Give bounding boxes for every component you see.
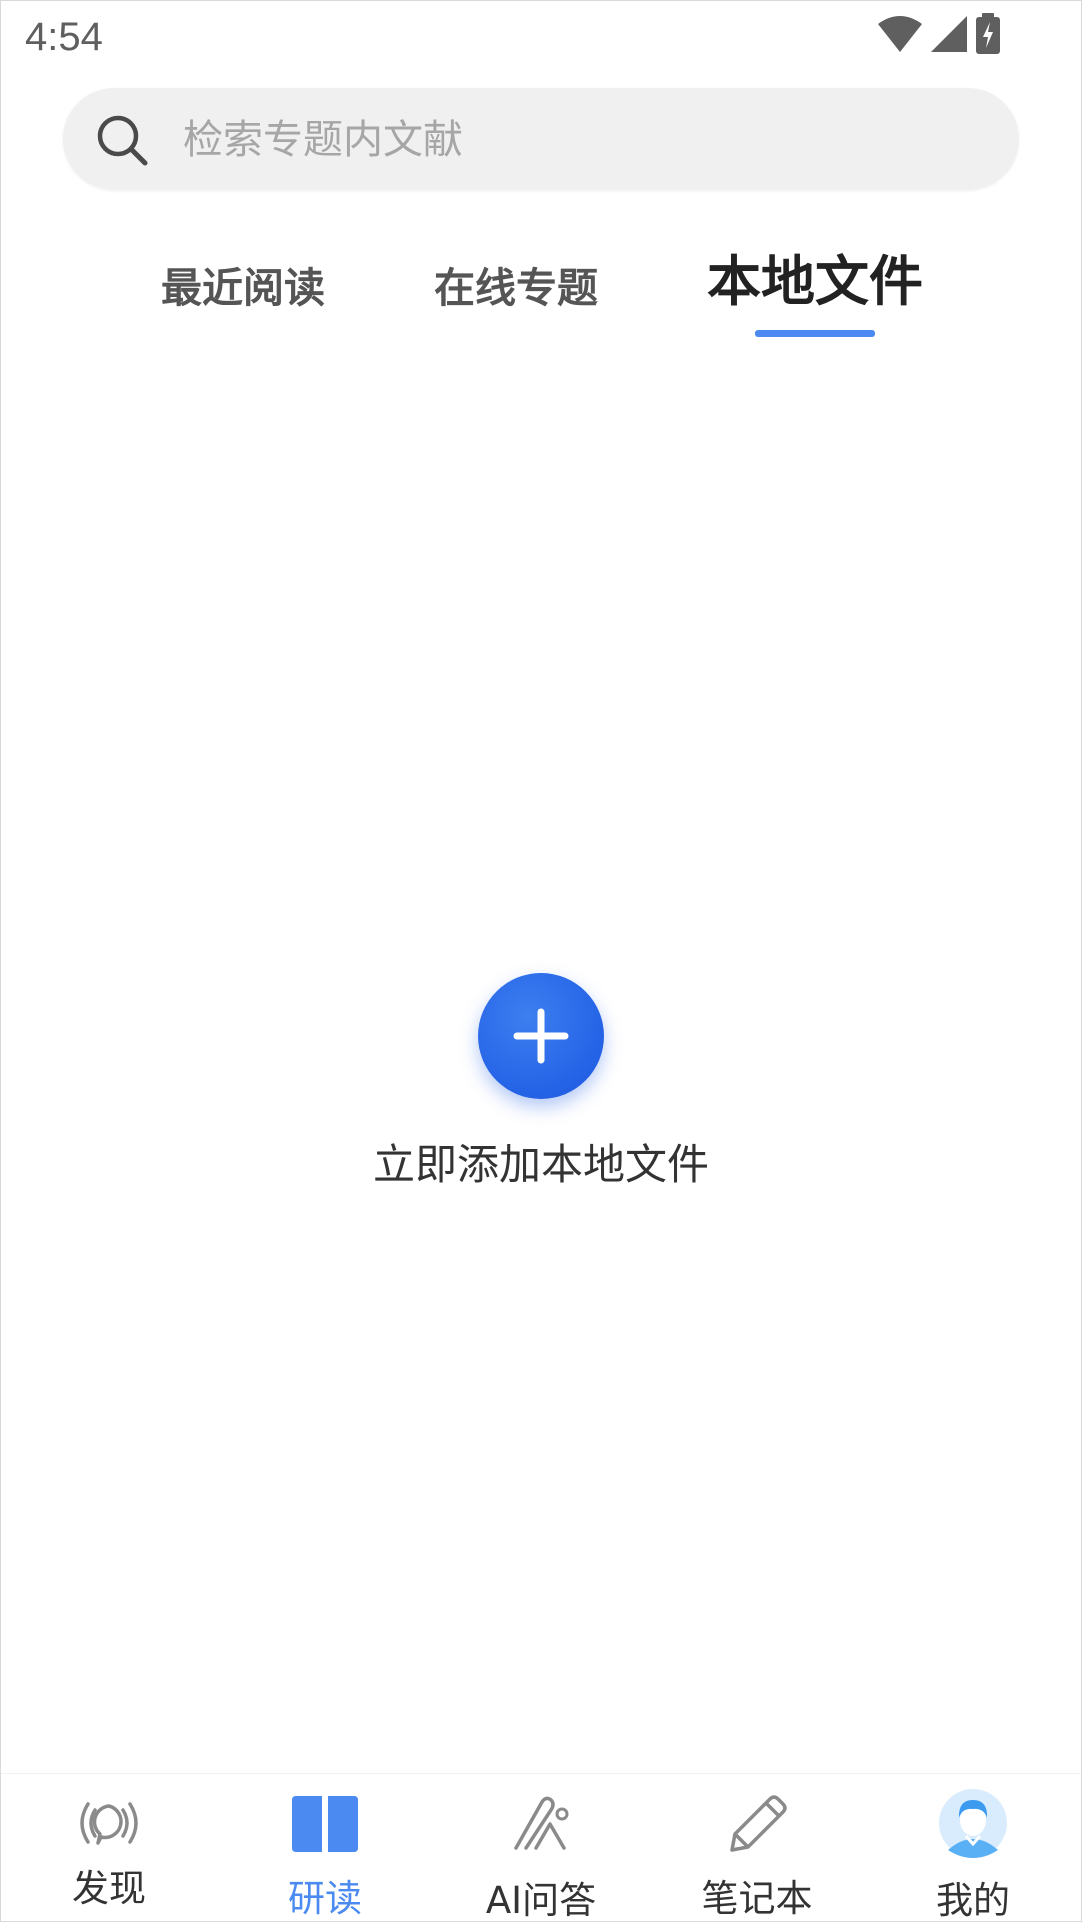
avatar-icon [938, 1788, 1008, 1858]
tab-recent-reading[interactable]: 最近阅读 [161, 253, 325, 323]
nav-item-notebook[interactable]: 笔记本 [649, 1774, 865, 1921]
add-local-file-button[interactable] [478, 973, 604, 1099]
status-icons [877, 13, 1001, 59]
search-bar[interactable] [63, 88, 1019, 192]
search-icon [95, 113, 151, 169]
status-bar: 4:54 [1, 1, 1081, 77]
ai-pen-icon [506, 1788, 576, 1858]
bottom-nav: 发现 研读 AI问答 笔记本 我的 [1, 1773, 1081, 1922]
pencil-icon [722, 1788, 792, 1858]
tab-online-topics[interactable]: 在线专题 [434, 253, 598, 323]
nav-label-ai-qa: AI问答 [485, 1879, 597, 1922]
status-time: 4:54 [25, 15, 103, 59]
book-icon [290, 1788, 360, 1858]
nav-label-discover: 发现 [72, 1867, 146, 1910]
nav-item-discover[interactable]: 发现 [1, 1774, 217, 1921]
tab-local-files[interactable]: 本地文件 [707, 247, 923, 317]
app-screen: 4:54 检索专题内文献 最近阅读 在线专题 本地文件 立即添加本地文件 发现 … [0, 0, 1082, 1922]
nav-label-notebook: 笔记本 [701, 1877, 813, 1920]
search-input[interactable] [181, 88, 985, 192]
add-local-file-caption[interactable]: 立即添加本地文件 [1, 1131, 1081, 1192]
nav-item-me[interactable]: 我的 [865, 1774, 1081, 1922]
cell-signal-icon [929, 14, 969, 58]
nav-item-study[interactable]: 研读 [217, 1774, 433, 1921]
battery-charging-icon [975, 13, 1001, 59]
wifi-icon [877, 14, 923, 58]
active-tab-indicator [755, 330, 875, 337]
nav-label-me: 我的 [936, 1879, 1010, 1922]
nav-item-ai-qa[interactable]: AI问答 [433, 1774, 649, 1922]
broadcast-icon [74, 1788, 144, 1858]
nav-label-study: 研读 [288, 1877, 362, 1920]
